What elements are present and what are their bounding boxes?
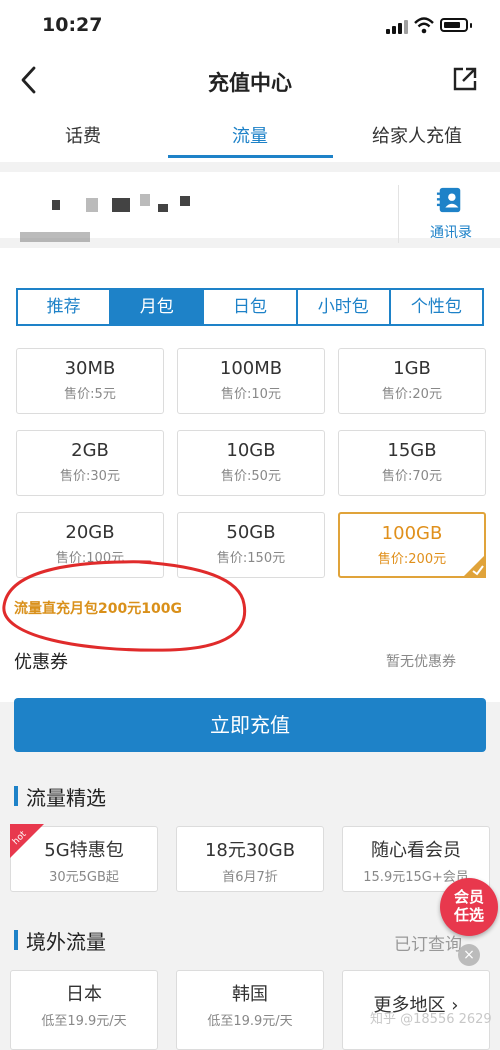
contacts-label: 通讯录 [430, 225, 472, 241]
signal-icon [386, 20, 408, 34]
package-size: 10GB [226, 440, 276, 461]
wifi-icon [414, 17, 434, 34]
blurred-number [112, 198, 130, 212]
package-price: 售价:5元 [64, 387, 116, 402]
segment-daily[interactable]: 日包 [204, 290, 298, 324]
section-marker [14, 786, 18, 806]
section-marker [14, 930, 18, 950]
package-size: 20GB [65, 522, 115, 543]
contacts-icon [436, 187, 461, 213]
card-subtitle: 30元5GB起 [49, 870, 119, 885]
tab-data[interactable]: 流量 [167, 122, 333, 148]
ordered-query-link[interactable]: 已订查询 [394, 930, 462, 955]
status-time: 10:27 [42, 14, 103, 36]
coupon-label: 优惠券 [14, 652, 68, 673]
blurred-number [140, 194, 150, 206]
blurred-number [180, 196, 190, 206]
package-price: 售价:10元 [221, 387, 281, 402]
package-size: 1GB [393, 358, 431, 379]
card-title: 随心看会员 [371, 840, 461, 861]
package-price: 售价:70元 [382, 469, 442, 484]
coupon-value[interactable]: 暂无优惠券 [386, 651, 456, 671]
vip-badge-line2: 任选 [453, 906, 484, 924]
recharge-now-button[interactable]: 立即充值 [14, 698, 486, 752]
blurred-number [158, 204, 168, 212]
package-option[interactable]: 100MB 售价:10元 [177, 348, 325, 414]
card-title: 18元30GB [204, 840, 296, 861]
segment-hourly[interactable]: 小时包 [298, 290, 391, 324]
segment-recommended[interactable]: 推荐 [18, 290, 112, 324]
blurred-number [52, 200, 60, 210]
page-title: 充值中心 [208, 71, 292, 95]
battery-icon [440, 18, 468, 32]
package-option-selected[interactable]: 100GB 售价:200元 [338, 512, 486, 578]
watermark: 知乎 @18556 2629 [370, 1012, 492, 1027]
battery-tip [470, 23, 472, 28]
promo-text: 流量直充月包200元100G [14, 601, 182, 617]
segment-custom[interactable]: 个性包 [391, 290, 482, 324]
card-subtitle: 低至19.9元/天 [41, 1014, 127, 1029]
card-title: 日本 [66, 984, 102, 1005]
tab-phone-bill[interactable]: 话费 [0, 122, 166, 148]
vip-badge-line1: 会员 [453, 888, 484, 906]
package-size: 30MB [64, 358, 116, 379]
segment-monthly[interactable]: 月包 [111, 290, 205, 324]
package-price: 售价:20元 [382, 387, 442, 402]
vip-float-badge[interactable]: 会员 任选 [440, 878, 498, 936]
package-type-selector: 推荐 月包 日包 小时包 个性包 [16, 288, 484, 326]
package-price: 售价:50元 [221, 469, 281, 484]
package-size: 100GB [381, 523, 443, 544]
featured-card[interactable]: 18元30GB 首6月7折 [176, 826, 324, 892]
card-subtitle: 首6月7折 [222, 870, 278, 885]
card-title: 韩国 [232, 984, 268, 1005]
package-size: 100MB [219, 358, 283, 379]
close-icon[interactable]: × [458, 944, 480, 966]
package-option[interactable]: 1GB 售价:20元 [338, 348, 486, 414]
checkmark-icon [462, 554, 486, 578]
overseas-section-title: 境外流量 [26, 930, 106, 954]
package-option[interactable]: 15GB 售价:70元 [338, 430, 486, 496]
blurred-carrier [20, 232, 90, 242]
share-icon[interactable] [452, 66, 478, 92]
package-size: 50GB [226, 522, 276, 543]
tab-family-recharge[interactable]: 给家人充值 [334, 122, 500, 148]
overseas-card[interactable]: 日本低至19.9元/天 [10, 970, 158, 1050]
package-price: 售价:30元 [60, 469, 120, 484]
package-option[interactable]: 2GB 售价:30元 [16, 430, 164, 496]
package-option[interactable]: 10GB 售价:50元 [177, 430, 325, 496]
package-size: 15GB [387, 440, 437, 461]
featured-section-title: 流量精选 [26, 786, 106, 810]
blurred-number [86, 198, 98, 212]
active-tab-underline [168, 155, 333, 158]
package-option[interactable]: 30MB 售价:5元 [16, 348, 164, 414]
package-size: 2GB [71, 440, 109, 461]
overseas-card[interactable]: 韩国低至19.9元/天 [176, 970, 324, 1050]
card-subtitle: 低至19.9元/天 [207, 1014, 293, 1029]
